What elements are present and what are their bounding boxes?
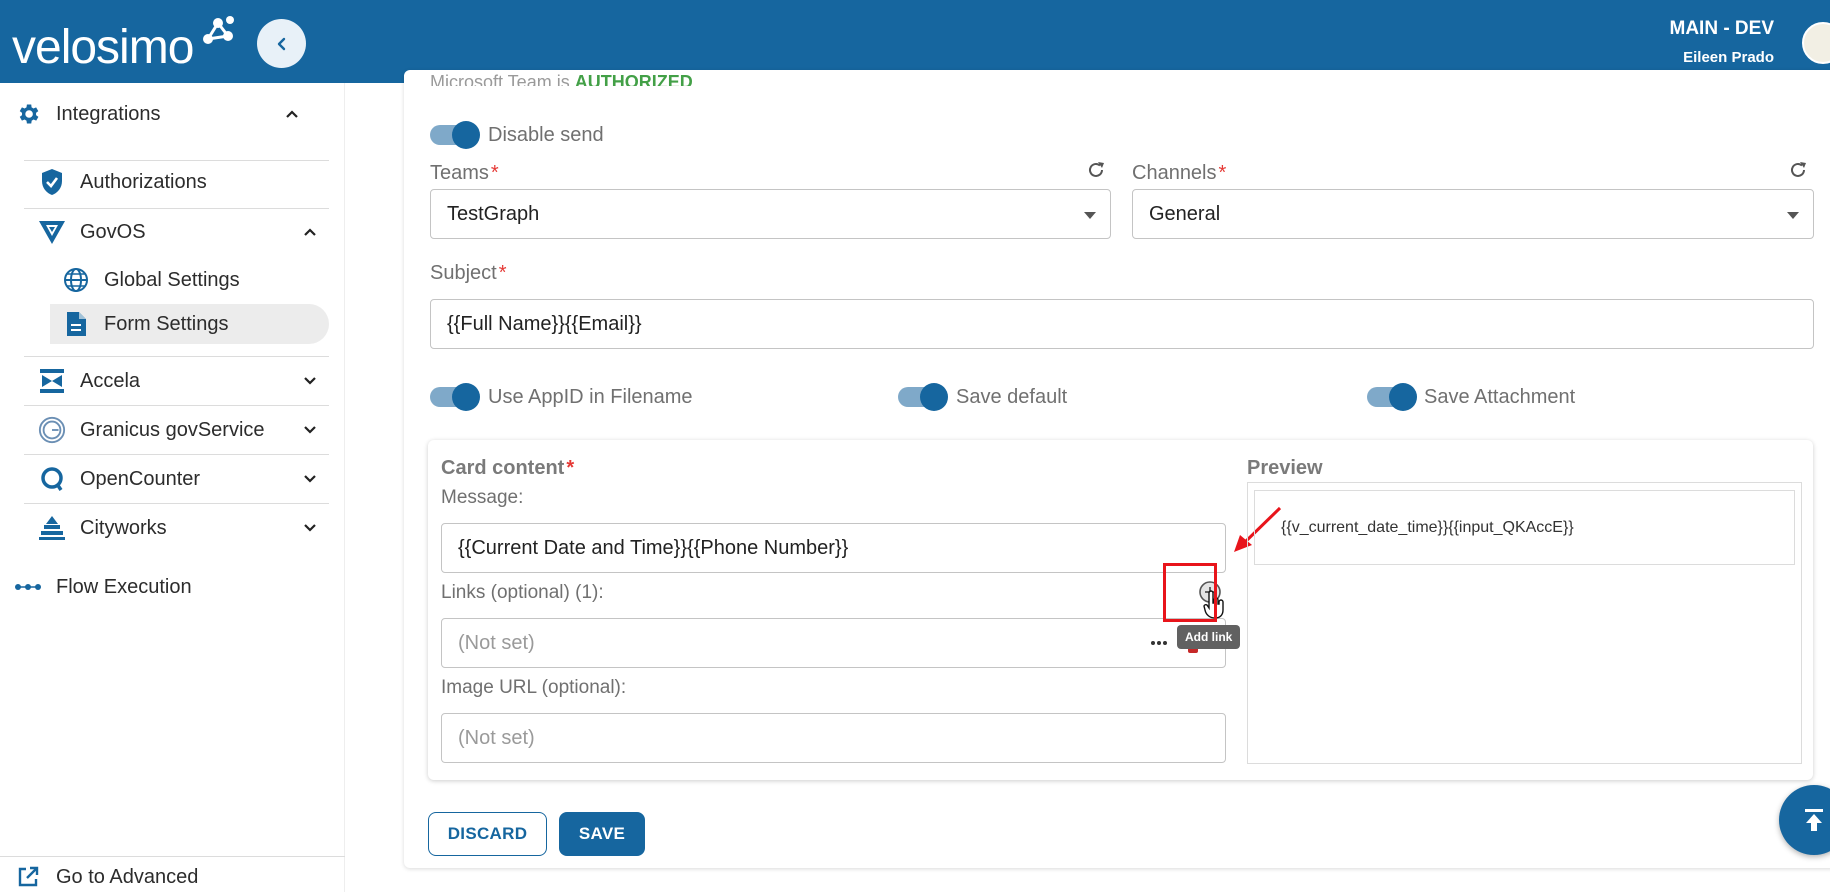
sidebar-item-authorizations[interactable]: Authorizations <box>38 158 328 206</box>
teams-label: Teams * <box>430 162 499 185</box>
sidebar-item-govos[interactable]: GovOS <box>38 207 328 257</box>
logo-dots-icon <box>203 16 234 44</box>
card-content-title: Card content * <box>441 457 574 480</box>
sidebar-item-label: GovOS <box>80 220 146 243</box>
save-default-label: Save default <box>956 386 1068 408</box>
required-mark: * <box>1218 162 1227 184</box>
chevron-left-icon <box>277 37 285 50</box>
sidebar-item-label: OpenCounter <box>80 467 201 490</box>
cityworks-logo-icon <box>38 514 66 542</box>
app-logo[interactable]: velosimo <box>12 20 194 75</box>
granicus-logo-icon <box>38 416 66 444</box>
image-url-input[interactable]: (Not set) <box>441 713 1226 763</box>
use-appid-label: Use AppID in Filename <box>488 386 693 408</box>
chevron-down-icon <box>304 426 316 434</box>
chevron-down-icon <box>304 524 316 532</box>
gear-icon <box>14 100 42 128</box>
more-options-icon[interactable] <box>1150 640 1168 646</box>
dropdown-caret-icon <box>1787 212 1799 219</box>
preview-content: {{v_current_date_time}}{{input_QKAccE}} <box>1254 490 1795 565</box>
disable-send-toggle[interactable] <box>430 121 480 149</box>
add-link-tooltip: Add link <box>1177 625 1241 649</box>
auth-status-value: AUTHORIZED <box>574 72 693 86</box>
teams-select[interactable]: TestGraph <box>430 189 1111 239</box>
image-url-label: Image URL (optional): <box>441 677 627 698</box>
message-label: Message: <box>441 487 524 508</box>
teams-label-text: Teams <box>430 162 489 184</box>
channels-select-value: General <box>1149 202 1221 225</box>
divider <box>0 856 345 857</box>
authorization-status: Microsoft Team is AUTHORIZED <box>430 72 693 86</box>
teams-select-value: TestGraph <box>447 202 540 225</box>
sidebar-item-flow-execution[interactable]: Flow Execution <box>14 563 324 611</box>
sidebar-item-label: Global Settings <box>104 268 240 291</box>
govos-logo-icon <box>38 218 66 246</box>
flow-dots-icon <box>14 573 42 601</box>
arrow-up-icon <box>1805 809 1823 831</box>
sidebar-item-label: Authorizations <box>80 170 207 193</box>
subject-input[interactable]: {{Full Name}}{{Email}} <box>430 299 1814 349</box>
refresh-teams-icon[interactable] <box>1086 160 1106 180</box>
save-button[interactable]: SAVE <box>559 812 645 856</box>
link-input[interactable]: (Not set) <box>441 618 1226 668</box>
channels-label: Channels * <box>1132 162 1226 185</box>
save-attachment-label: Save Attachment <box>1424 386 1576 408</box>
card-content-title-text: Card content <box>441 457 565 479</box>
sidebar-item-granicus-govservice[interactable]: Granicus govService <box>38 406 328 454</box>
required-mark: * <box>498 262 507 284</box>
sidebar-item-form-settings[interactable]: Form Settings <box>62 304 322 344</box>
chevron-up-icon <box>286 110 298 118</box>
save-attachment-toggle[interactable] <box>1367 383 1417 411</box>
use-appid-toggle[interactable] <box>430 383 480 411</box>
chevron-up-icon <box>304 228 316 236</box>
sidebar-item-label: Cityworks <box>80 516 167 539</box>
annotation-highlight-box <box>1163 563 1217 622</box>
user-avatar[interactable] <box>1802 22 1830 64</box>
document-icon <box>62 310 90 338</box>
channels-select[interactable]: General <box>1132 189 1814 239</box>
required-mark: * <box>490 162 499 184</box>
sidebar-item-cityworks[interactable]: Cityworks <box>38 504 328 552</box>
subject-label: Subject * <box>430 262 507 285</box>
sidebar-item-label: Integrations <box>56 102 161 125</box>
links-label: Links (optional) (1): <box>441 582 604 603</box>
shield-check-icon <box>38 168 66 196</box>
refresh-channels-icon[interactable] <box>1788 160 1808 180</box>
sidebar-item-label: Granicus govService <box>80 418 265 441</box>
chevron-down-icon <box>304 377 316 385</box>
sidebar-item-label: Flow Execution <box>56 575 192 598</box>
auth-status-prefix: Microsoft Team is <box>430 72 575 86</box>
dropdown-caret-icon <box>1084 212 1096 219</box>
sidebar-item-global-settings[interactable]: Global Settings <box>62 260 322 300</box>
environment-info: MAIN - DEV Eileen Prado <box>1670 18 1775 66</box>
sidebar-item-accela[interactable]: Accela <box>38 357 328 405</box>
environment-name: MAIN - DEV <box>1669 18 1775 39</box>
user-name: Eileen Prado <box>1683 49 1774 66</box>
preview-label: Preview <box>1247 457 1323 479</box>
sidebar-item-label: Go to Advanced <box>56 865 199 888</box>
accela-logo-icon <box>38 367 66 395</box>
chevron-down-icon <box>304 475 316 483</box>
globe-icon <box>62 266 90 294</box>
sidebar-item-label: Accela <box>80 369 141 392</box>
disable-send-label: Disable send <box>488 124 604 146</box>
opencounter-logo-icon <box>38 465 66 493</box>
discard-button[interactable]: DISCARD <box>428 812 547 856</box>
go-to-advanced-link[interactable]: Go to Advanced <box>14 862 324 892</box>
sidebar: Integrations Authorizations GovOS Global… <box>0 83 345 892</box>
sidebar-item-opencounter[interactable]: OpenCounter <box>38 455 328 503</box>
sidebar-item-label: Form Settings <box>104 312 229 335</box>
subject-label-text: Subject <box>430 262 497 284</box>
channels-label-text: Channels <box>1132 162 1217 184</box>
collapse-sidebar-button[interactable] <box>257 19 306 68</box>
required-mark: * <box>566 457 575 479</box>
message-input[interactable]: {{Current Date and Time}}{{Phone Number}… <box>441 523 1226 573</box>
sidebar-item-integrations[interactable]: Integrations <box>14 100 334 128</box>
external-link-icon <box>14 863 42 891</box>
save-default-toggle[interactable] <box>898 383 948 411</box>
